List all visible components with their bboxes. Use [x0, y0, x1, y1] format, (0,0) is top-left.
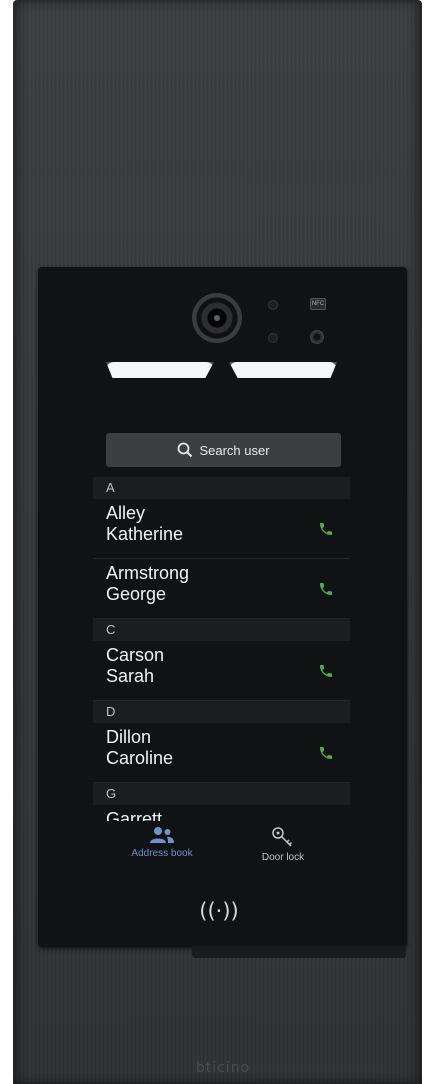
phone-icon[interactable] — [318, 581, 334, 597]
contact-last-name: Armstrong — [106, 563, 190, 583]
address-book-tab[interactable]: Address book — [112, 826, 212, 874]
contact-last-name: Alley — [106, 503, 146, 523]
address-book-label: Address book — [131, 848, 193, 859]
key-icon — [272, 827, 293, 847]
contact-first-name: George — [106, 584, 167, 604]
search-icon — [178, 442, 193, 458]
contact-row[interactable]: Garrett — [93, 805, 350, 821]
camera-lens — [192, 293, 242, 343]
users-icon — [150, 827, 174, 843]
search-label: Search user — [199, 442, 270, 458]
contact-row[interactable]: Dillon Caroline — [93, 723, 350, 783]
led-light-left — [106, 362, 214, 378]
led-light-right — [229, 362, 337, 378]
contact-first-name: Katherine — [106, 524, 184, 544]
section-header-a: A — [93, 477, 350, 499]
section-header-c: C — [93, 619, 350, 641]
contact-last-name: Garrett — [106, 809, 163, 821]
nfc-icon: ((·)) — [199, 899, 239, 923]
door-lock-label: Door lock — [261, 852, 305, 863]
contact-row[interactable]: Armstrong George — [93, 559, 350, 619]
phone-icon[interactable] — [318, 745, 334, 761]
nfc-badge: NFC — [310, 298, 326, 310]
screen-lip — [192, 946, 406, 958]
contact-first-name: Sarah — [106, 666, 155, 686]
contact-row[interactable]: Alley Katherine — [93, 499, 350, 559]
contact-last-name: Dillon — [106, 727, 152, 747]
contact-row[interactable]: Carson Sarah — [93, 641, 350, 701]
contact-list[interactable]: A Alley Katherine Armstrong George C Car… — [93, 477, 350, 821]
section-header-d: D — [93, 701, 350, 723]
search-user-button[interactable]: Search user — [106, 433, 341, 467]
phone-icon[interactable] — [318, 521, 334, 537]
camera-center — [214, 315, 220, 321]
contact-last-name: Carson — [106, 645, 165, 665]
phone-icon[interactable] — [318, 663, 334, 679]
section-header-g: G — [93, 783, 350, 805]
light-sensor — [268, 300, 278, 310]
brand-logo: bticino — [195, 1060, 251, 1076]
door-lock-tab[interactable]: Door lock — [233, 826, 333, 874]
microphone-icon — [310, 330, 324, 344]
contact-first-name: Caroline — [106, 748, 174, 768]
ir-sensor — [268, 333, 278, 343]
